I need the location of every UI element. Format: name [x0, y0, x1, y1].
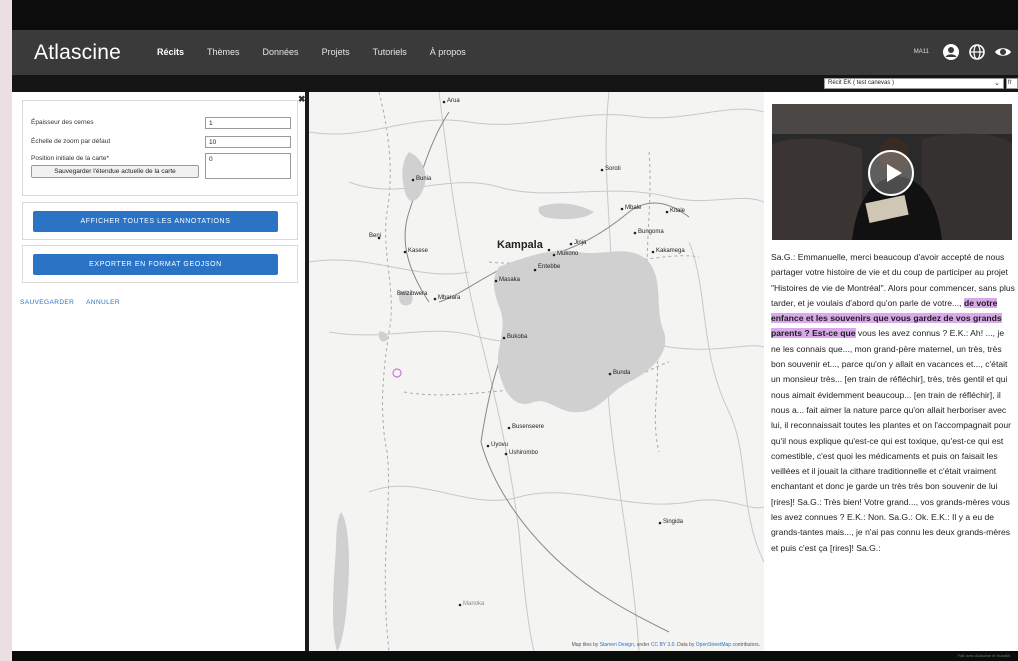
browser-top-bar [12, 0, 1018, 30]
city-label: Kasese [408, 248, 429, 254]
city-label: Uyovu [491, 442, 509, 448]
zoom-label: Échelle de zoom par défaut [31, 138, 111, 145]
map-view[interactable]: Arua Bunia Soroti Mbale Kitale Beni Kase… [309, 92, 764, 651]
globe-icon[interactable] [968, 43, 986, 61]
map-canvas [309, 92, 764, 651]
nav-link-a-propos[interactable]: À propos [430, 47, 466, 57]
main-navbar: Atlascine Récits Thèmes Données Projets … [12, 30, 1018, 75]
language-select-value: fr [1008, 80, 1012, 86]
play-icon[interactable] [868, 150, 914, 196]
nav-link-recits[interactable]: Récits [157, 47, 184, 57]
city-label: Bunda [613, 370, 631, 376]
city-label: Beni [369, 233, 382, 239]
user-avatar-icon[interactable] [942, 43, 960, 61]
city-label: Arua [447, 98, 460, 104]
city-label: Bungoma [638, 229, 664, 235]
video-player[interactable] [772, 104, 1012, 240]
footer-bar: Fait avec Atlascine et Nunaliit [12, 651, 1018, 661]
user-name[interactable]: MA11 [914, 49, 929, 55]
language-select[interactable]: fr [1006, 78, 1018, 89]
city-label: Mbale [625, 205, 642, 211]
chevron-down-icon: ⌄ [994, 80, 1000, 87]
export-card: EXPORTER EN FORMAT GEOJSON [22, 245, 298, 283]
epaisseur-label: Épaisseur des cernes [31, 119, 94, 126]
transcript-after: vous les avez connus ? E.K.: Ah! ..., je… [771, 328, 1012, 553]
map-attribution: Map tiles by Stamen Design, under CC BY … [571, 642, 760, 648]
form-actions: SAUVEGARDER ANNULER [20, 299, 130, 306]
city-label: Manoka [463, 601, 485, 607]
city-label: Entebbe [538, 264, 561, 270]
transcript-text: Sa.G.: Emmanuelle, merci beaucoup d'avoi… [771, 250, 1016, 556]
city-label: Mbarara [438, 295, 461, 301]
stamen-link[interactable]: Stamen Design [600, 642, 634, 648]
cancel-link[interactable]: ANNULER [86, 299, 120, 306]
story-panel: Sa.G.: Emmanuelle, merci beaucoup d'avoi… [764, 92, 1018, 651]
city-label: Bunia [416, 176, 432, 182]
position-label: Position initiale de la carte* [31, 155, 110, 162]
city-label: Kitale [670, 208, 686, 214]
city-label: Masaka [499, 277, 521, 283]
export-geojson-button[interactable]: EXPORTER EN FORMAT GEOJSON [33, 254, 278, 275]
app-window: Atlascine Récits Thèmes Données Projets … [12, 0, 1018, 661]
city-label-capital: Kampala [497, 239, 543, 251]
nav-link-donnees[interactable]: Données [263, 47, 299, 57]
settings-panel: ✖ Épaisseur des cernes 1 Échelle de zoom… [12, 92, 306, 651]
city-label: Singida [663, 519, 684, 525]
save-extent-button[interactable]: Sauvegarder l'étendue actuelle de la car… [31, 165, 199, 178]
zoom-input[interactable]: 10 [205, 136, 291, 148]
osm-link[interactable]: OpenStreetMap [696, 642, 731, 648]
annotations-card: AFFICHER TOUTES LES ANNOTATIONS [22, 202, 298, 240]
cc-license-link[interactable]: CC BY 3.0 [651, 642, 675, 648]
city-label: Busenseere [512, 424, 545, 430]
position-input[interactable]: 0 [205, 153, 291, 179]
nav-link-projets[interactable]: Projets [322, 47, 350, 57]
city-label: Ushirombo [509, 450, 539, 456]
city-label: Mukono [557, 251, 579, 257]
eye-icon[interactable] [994, 43, 1012, 61]
city-label: Soroti [605, 166, 621, 172]
nav-links: Récits Thèmes Données Projets Tutoriels … [157, 47, 489, 57]
nav-link-themes[interactable]: Thèmes [207, 47, 240, 57]
footer-note: Fait avec Atlascine et Nunaliit [957, 653, 1010, 658]
city-label: Jinja [574, 240, 587, 246]
close-icon[interactable]: ✖ [298, 94, 306, 105]
city-label: Bwizibwera [397, 291, 428, 297]
recit-select[interactable]: Récit EK ( test canevas ) ⌄ [824, 78, 1004, 89]
save-link[interactable]: SAUVEGARDER [20, 299, 74, 306]
map-settings-card: Épaisseur des cernes 1 Échelle de zoom p… [22, 100, 298, 196]
nav-link-tutoriels[interactable]: Tutoriels [373, 47, 407, 57]
nav-right-tools: MA11 [914, 43, 1012, 61]
recit-select-value: Récit EK ( test canevas ) [828, 80, 895, 86]
show-annotations-button[interactable]: AFFICHER TOUTES LES ANNOTATIONS [33, 211, 278, 232]
city-label: Bukoba [507, 334, 528, 340]
sub-toolbar: Récit EK ( test canevas ) ⌄ fr [12, 75, 1018, 92]
city-label: Kakamega [656, 248, 685, 254]
epaisseur-input[interactable]: 1 [205, 117, 291, 129]
brand-logo[interactable]: Atlascine [34, 41, 121, 65]
